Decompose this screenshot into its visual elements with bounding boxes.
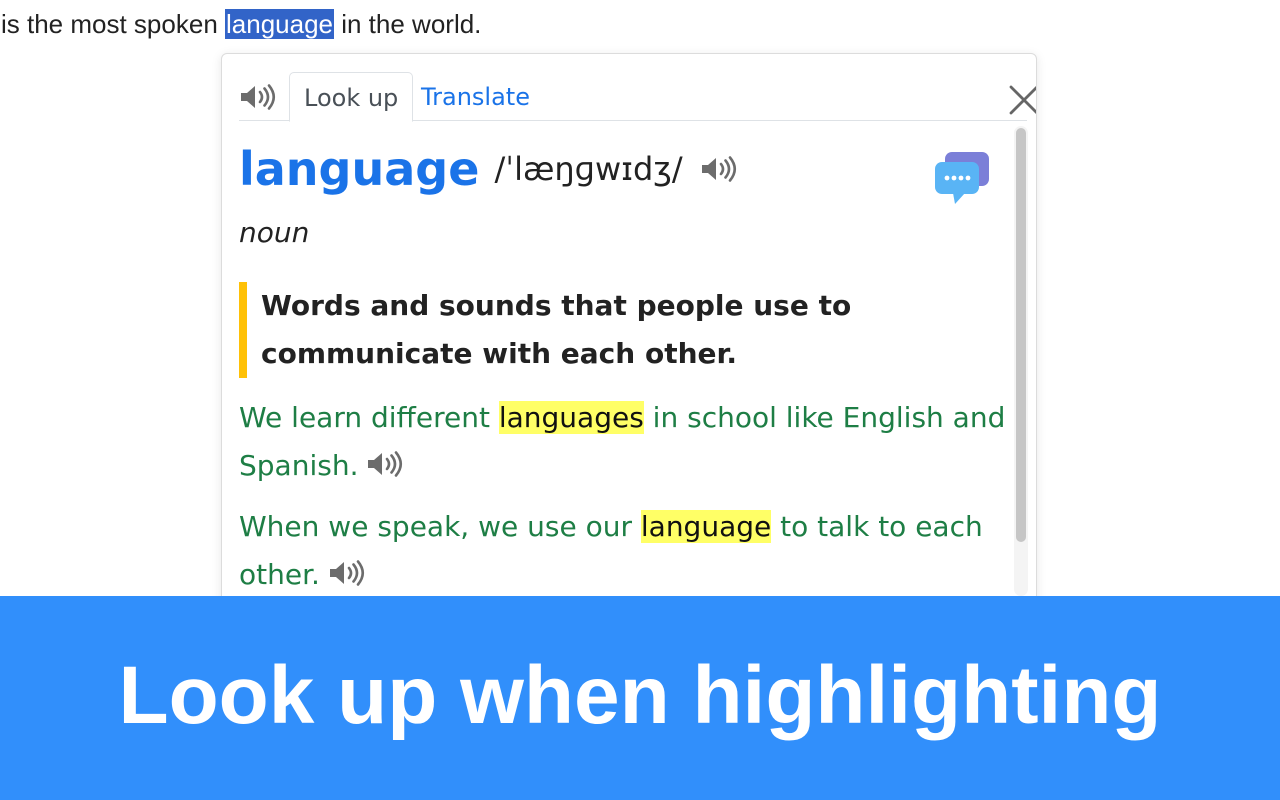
example-sentence: When we speak, we use our language to ta… <box>239 503 1009 599</box>
example-text: When we speak, we use our <box>239 510 641 543</box>
example-highlight: language <box>640 510 772 543</box>
scrollbar-thumb[interactable] <box>1016 128 1026 542</box>
speaker-icon[interactable] <box>700 156 738 182</box>
phonetic: /ˈlæŋɡwɪdʒ/ <box>494 150 683 188</box>
speaker-icon[interactable] <box>328 560 366 586</box>
popup-tabs: Look up Translate <box>239 72 1036 122</box>
part-of-speech: noun <box>239 216 310 249</box>
definition: Words and sounds that people use to comm… <box>239 282 1001 378</box>
example-text: We learn different <box>239 401 499 434</box>
headword: language <box>239 142 480 196</box>
speaker-icon[interactable] <box>239 84 277 110</box>
promo-banner: Look up when highlighting <box>0 596 1280 800</box>
selected-word[interactable]: language <box>225 9 334 39</box>
banner-title: Look up when highlighting <box>118 650 1162 741</box>
chat-bubbles-icon[interactable] <box>933 150 991 210</box>
speaker-icon[interactable] <box>366 451 404 477</box>
sentence-before: is the most spoken <box>1 9 225 39</box>
close-icon[interactable] <box>1008 84 1036 120</box>
tab-translate[interactable]: Translate <box>407 72 544 119</box>
dictionary-popup: Look up Translate language /ˈlæŋɡwɪdʒ/ n… <box>221 53 1037 615</box>
example-highlight: languages <box>498 401 644 434</box>
page-sentence: is the most spoken language in the world… <box>1 6 481 42</box>
scrollbar[interactable] <box>1014 126 1028 596</box>
headword-line: language /ˈlæŋɡwɪdʒ/ <box>239 142 738 196</box>
example-sentence: We learn different languages in school l… <box>239 394 1009 490</box>
tab-look-up[interactable]: Look up <box>289 72 414 122</box>
sentence-after: in the world. <box>334 9 482 39</box>
